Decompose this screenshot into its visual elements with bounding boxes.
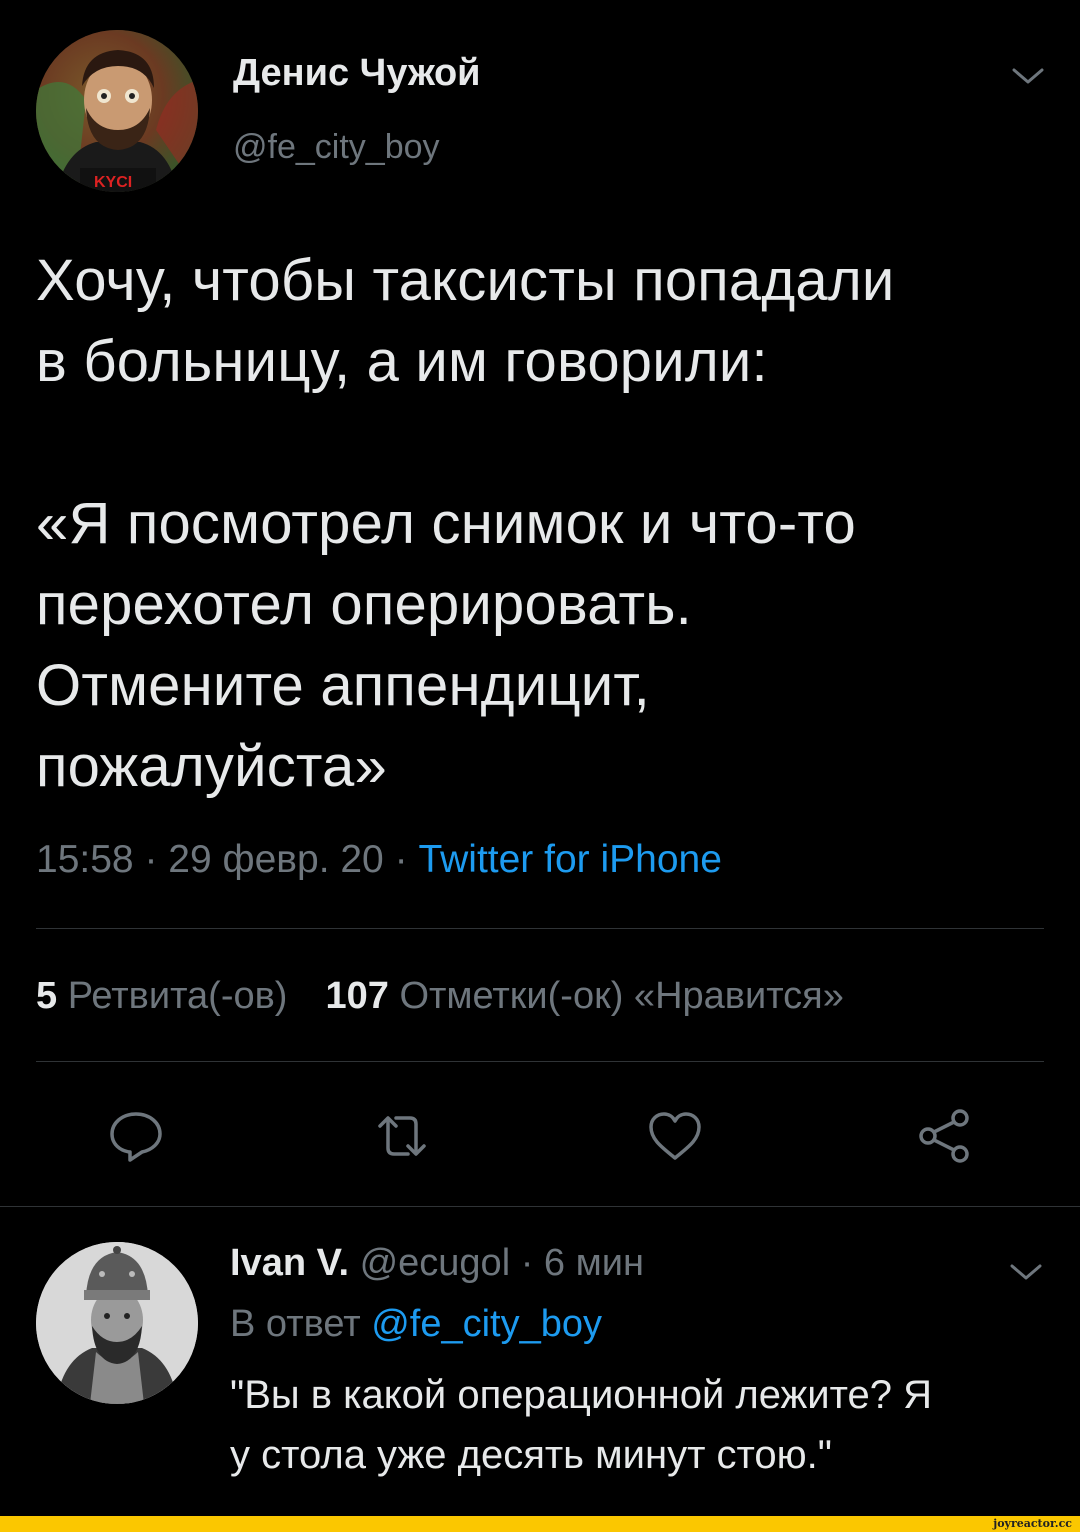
tweet-text: Хочу, чтобы таксисты попадали в больницу… <box>36 248 895 799</box>
reply-separator: · <box>520 1242 534 1284</box>
divider-bottom <box>36 1061 1044 1062</box>
author-name[interactable]: Денис Чужой <box>233 52 481 95</box>
tweet-time: 15:58 <box>36 838 134 881</box>
section-divider <box>0 1206 1080 1207</box>
reply-more-options-chevron-icon[interactable] <box>1006 1256 1046 1286</box>
reply-icon[interactable] <box>104 1104 168 1168</box>
retweets-stat[interactable]: 5 Ретвита(-ов) <box>36 975 287 1017</box>
likes-label: Отметки(-ок) «Нравится» <box>399 975 844 1017</box>
retweets-label: Ретвита(-ов) <box>67 975 288 1017</box>
reply-author-name[interactable]: Ivan V. <box>230 1242 349 1284</box>
share-icon[interactable] <box>912 1104 976 1168</box>
tweet-source-link[interactable]: Twitter for iPhone <box>418 838 721 881</box>
meta-separator-2: · <box>394 838 408 881</box>
watermark-text: joyreactor.cc <box>993 1517 1072 1530</box>
more-options-chevron-icon[interactable] <box>1008 60 1048 90</box>
author-handle[interactable]: @fe_city_boy <box>233 128 440 167</box>
meta-separator: · <box>144 838 158 881</box>
reply-to-mention-link[interactable]: @fe_city_boy <box>371 1303 602 1345</box>
tweet-meta: 15:58 · 29 февр. 20 · Twitter for iPhone <box>36 838 722 882</box>
reply-to-line: В ответ @fe_city_boy <box>230 1303 602 1346</box>
retweets-count: 5 <box>36 975 58 1017</box>
reply-avatar-image <box>36 1242 198 1404</box>
tweet-stats: 5 Ретвита(-ов) 107 Отметки(-ок) «Нравится… <box>36 975 844 1018</box>
reply-time: 6 мин <box>543 1242 644 1284</box>
watermark-bar <box>0 1516 1080 1532</box>
reply-header: Ivan V. @ecugol · 6 мин <box>230 1242 644 1285</box>
heart-icon[interactable] <box>643 1104 707 1168</box>
author-avatar-image: KYCI <box>36 30 198 192</box>
retweet-icon[interactable] <box>370 1104 434 1168</box>
tweet-date: 29 февр. 20 <box>168 838 384 881</box>
reply-author-handle[interactable]: @ecugol <box>360 1242 511 1284</box>
reply-author-avatar[interactable] <box>36 1242 198 1404</box>
likes-stat[interactable]: 107 Отметки(-ок) «Нравится» <box>325 975 843 1017</box>
divider-top <box>36 928 1044 929</box>
reply-to-label: В ответ <box>230 1303 361 1345</box>
reply-text: "Вы в какой операционной лежите? Я у сто… <box>230 1373 933 1477</box>
author-avatar[interactable]: KYCI <box>36 30 198 192</box>
likes-count: 107 <box>325 975 389 1017</box>
shirt-text: KYCI <box>94 174 132 191</box>
